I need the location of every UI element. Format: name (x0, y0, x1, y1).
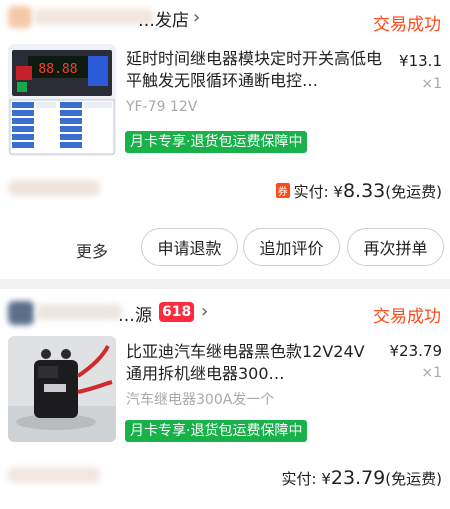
refund-button[interactable]: 申请退款 (141, 228, 238, 266)
payment-currency: ¥ (333, 183, 343, 201)
order-card-1[interactable]: …发店 › 交易成功 88.88 延时时间继电器模块定时开关高低电平触发无限循环… (0, 0, 450, 279)
shop-avatar[interactable] (8, 301, 34, 325)
add-review-button[interactable]: 追加评价 (243, 228, 340, 266)
shipping-note: (免运费) (385, 183, 442, 201)
relay-module-image: 88.88 (8, 44, 116, 156)
shop-name[interactable]: …发店 (138, 6, 189, 31)
product-quantity: ×1 (421, 365, 442, 381)
order-status: 交易成功 (373, 307, 441, 327)
product-price: ¥13.1 (399, 52, 442, 70)
product-title[interactable]: 延时时间继电器模块定时开关高低电平触发无限循环通断电控… (126, 48, 388, 92)
promo-618-badge: 618 (159, 302, 195, 322)
buyer-info-redacted (8, 467, 100, 483)
product-thumbnail[interactable] (8, 336, 116, 442)
reorder-button[interactable]: 再次拼单 (347, 228, 444, 266)
buyer-info-redacted (8, 180, 100, 196)
promo-badge[interactable]: 月卡专享·退货包运费保障中 (125, 420, 308, 442)
payment-currency: ¥ (321, 470, 331, 488)
product-price: ¥23.79 (389, 342, 443, 360)
payment-summary: 实付: ¥23.79(免运费) (281, 467, 442, 489)
shipping-note: (免运费) (385, 470, 442, 488)
product-quantity: ×1 (421, 76, 442, 92)
payment-label: 实付: (293, 183, 329, 201)
shop-name[interactable]: …源 (118, 301, 152, 326)
payment-amount: 23.79 (330, 467, 386, 489)
chevron-right-icon[interactable]: › (193, 7, 200, 28)
more-button[interactable]: 更多 (76, 238, 108, 262)
order-status: 交易成功 (373, 15, 441, 35)
product-thumbnail[interactable]: 88.88 (8, 44, 116, 156)
card-divider (0, 279, 450, 289)
order-card-2[interactable]: …源 618 › 交易成功 比亚迪汽车继电器黑色款12V24V通用拆机继电器30… (0, 289, 450, 509)
shop-name-redacted (36, 304, 122, 320)
product-spec: 汽车继电器300A发一个 (126, 392, 275, 408)
relay-image (8, 336, 116, 442)
payment-amount: 8.33 (342, 180, 386, 202)
payment-label: 实付: (281, 470, 317, 488)
shop-name-redacted (34, 9, 154, 25)
product-spec: YF-79 12V (126, 99, 198, 115)
chevron-right-icon[interactable]: › (201, 301, 208, 322)
shop-avatar[interactable] (8, 6, 32, 28)
coupon-icon: 券 (275, 183, 290, 198)
product-title[interactable]: 比亚迪汽车继电器黑色款12V24V通用拆机继电器300… (126, 341, 376, 385)
promo-badge[interactable]: 月卡专享·退货包运费保障中 (125, 131, 308, 153)
payment-summary: 券实付: ¥8.33(免运费) (275, 180, 442, 202)
svg-text:88.88: 88.88 (38, 62, 77, 77)
